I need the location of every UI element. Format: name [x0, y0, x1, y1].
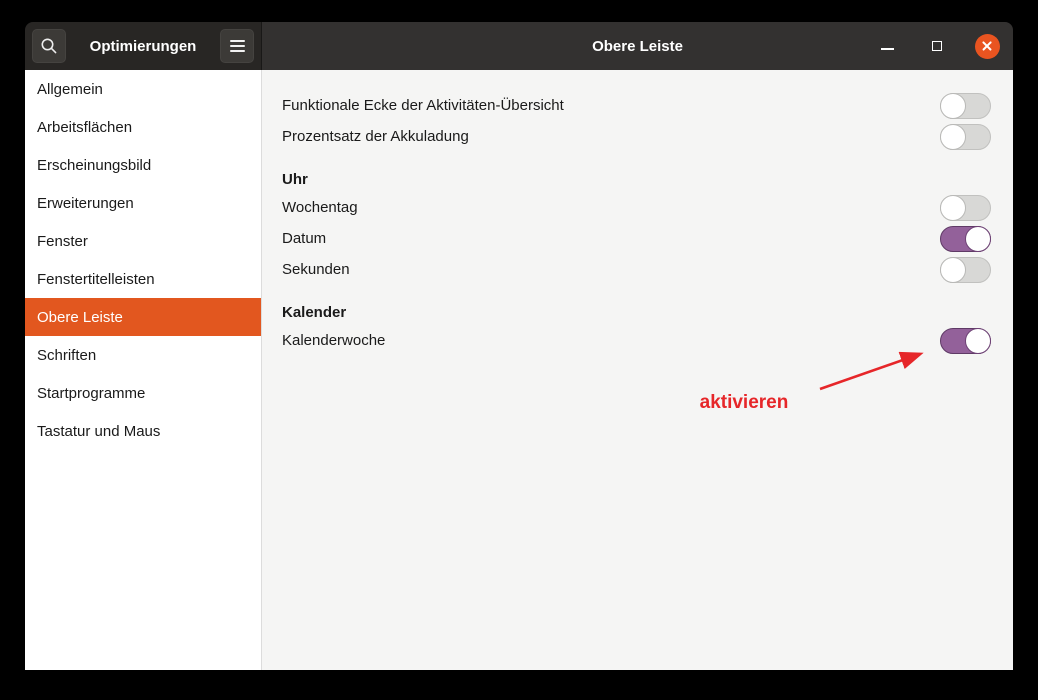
maximize-button[interactable] — [924, 33, 950, 59]
sidebar-item-erscheinungsbild[interactable]: Erscheinungsbild — [25, 146, 261, 184]
window-controls — [874, 22, 1000, 70]
sidebar-item-fenstertitelleisten[interactable]: Fenstertitelleisten — [25, 260, 261, 298]
titlebar: Optimierungen Obere Leiste — [25, 22, 1013, 70]
sidebar-item-startprogramme[interactable]: Startprogramme — [25, 374, 261, 412]
sidebar-item-arbeitsflaechen[interactable]: Arbeitsflächen — [25, 108, 261, 146]
close-icon — [975, 34, 1000, 59]
minimize-button[interactable] — [874, 33, 900, 59]
settings-row: Kalenderwoche — [282, 325, 991, 356]
maximize-icon — [932, 41, 942, 51]
setting-label: Prozentsatz der Akkuladung — [282, 128, 469, 145]
search-button[interactable] — [32, 29, 66, 63]
toggle-akkuladung-prozent[interactable] — [940, 124, 991, 150]
window-body: Allgemein Arbeitsflächen Erscheinungsbil… — [25, 70, 1013, 670]
toggle-knob — [965, 226, 991, 252]
minimize-icon — [881, 48, 894, 50]
search-icon — [40, 37, 58, 55]
toggle-kalenderwoche[interactable] — [940, 328, 991, 354]
sidebar-item-obere-leiste[interactable]: Obere Leiste — [25, 298, 261, 336]
toggle-knob — [940, 257, 966, 283]
settings-row: Sekunden — [282, 254, 991, 285]
toggle-datum[interactable] — [940, 226, 991, 252]
setting-label: Funktionale Ecke der Aktivitäten-Übersic… — [282, 97, 564, 114]
toggle-knob — [940, 93, 966, 119]
settings-row: Datum — [282, 223, 991, 254]
toggle-funktionale-ecke[interactable] — [940, 93, 991, 119]
settings-panel: Funktionale Ecke der Aktivitäten-Übersic… — [262, 70, 1013, 670]
sidebar-item-fenster[interactable]: Fenster — [25, 222, 261, 260]
close-button[interactable] — [974, 33, 1000, 59]
tweaks-window: Optimierungen Obere Leiste — [25, 22, 1013, 670]
setting-label: Sekunden — [282, 261, 350, 278]
settings-row: Prozentsatz der Akkuladung — [282, 121, 991, 152]
titlebar-left-section: Optimierungen — [25, 22, 262, 70]
setting-label: Kalenderwoche — [282, 332, 385, 349]
sidebar-item-schriften[interactable]: Schriften — [25, 336, 261, 374]
hamburger-icon — [230, 40, 245, 52]
section-header-kalender: Kalender — [282, 299, 991, 325]
toggle-knob — [940, 124, 966, 150]
settings-row: Wochentag — [282, 192, 991, 223]
toggle-knob — [965, 328, 991, 354]
sidebar-item-tastatur-und-maus[interactable]: Tastatur und Maus — [25, 412, 261, 450]
sidebar-item-allgemein[interactable]: Allgemein — [25, 70, 261, 108]
toggle-sekunden[interactable] — [940, 257, 991, 283]
setting-label: Datum — [282, 230, 326, 247]
menu-button[interactable] — [220, 29, 254, 63]
section-header-uhr: Uhr — [282, 166, 991, 192]
setting-label: Wochentag — [282, 199, 358, 216]
sidebar-item-erweiterungen[interactable]: Erweiterungen — [25, 184, 261, 222]
settings-row: Funktionale Ecke der Aktivitäten-Übersic… — [282, 90, 991, 121]
app-title: Optimierungen — [70, 38, 216, 55]
sidebar: Allgemein Arbeitsflächen Erscheinungsbil… — [25, 70, 262, 670]
titlebar-right-section: Obere Leiste — [262, 22, 1013, 70]
toggle-wochentag[interactable] — [940, 195, 991, 221]
toggle-knob — [940, 195, 966, 221]
